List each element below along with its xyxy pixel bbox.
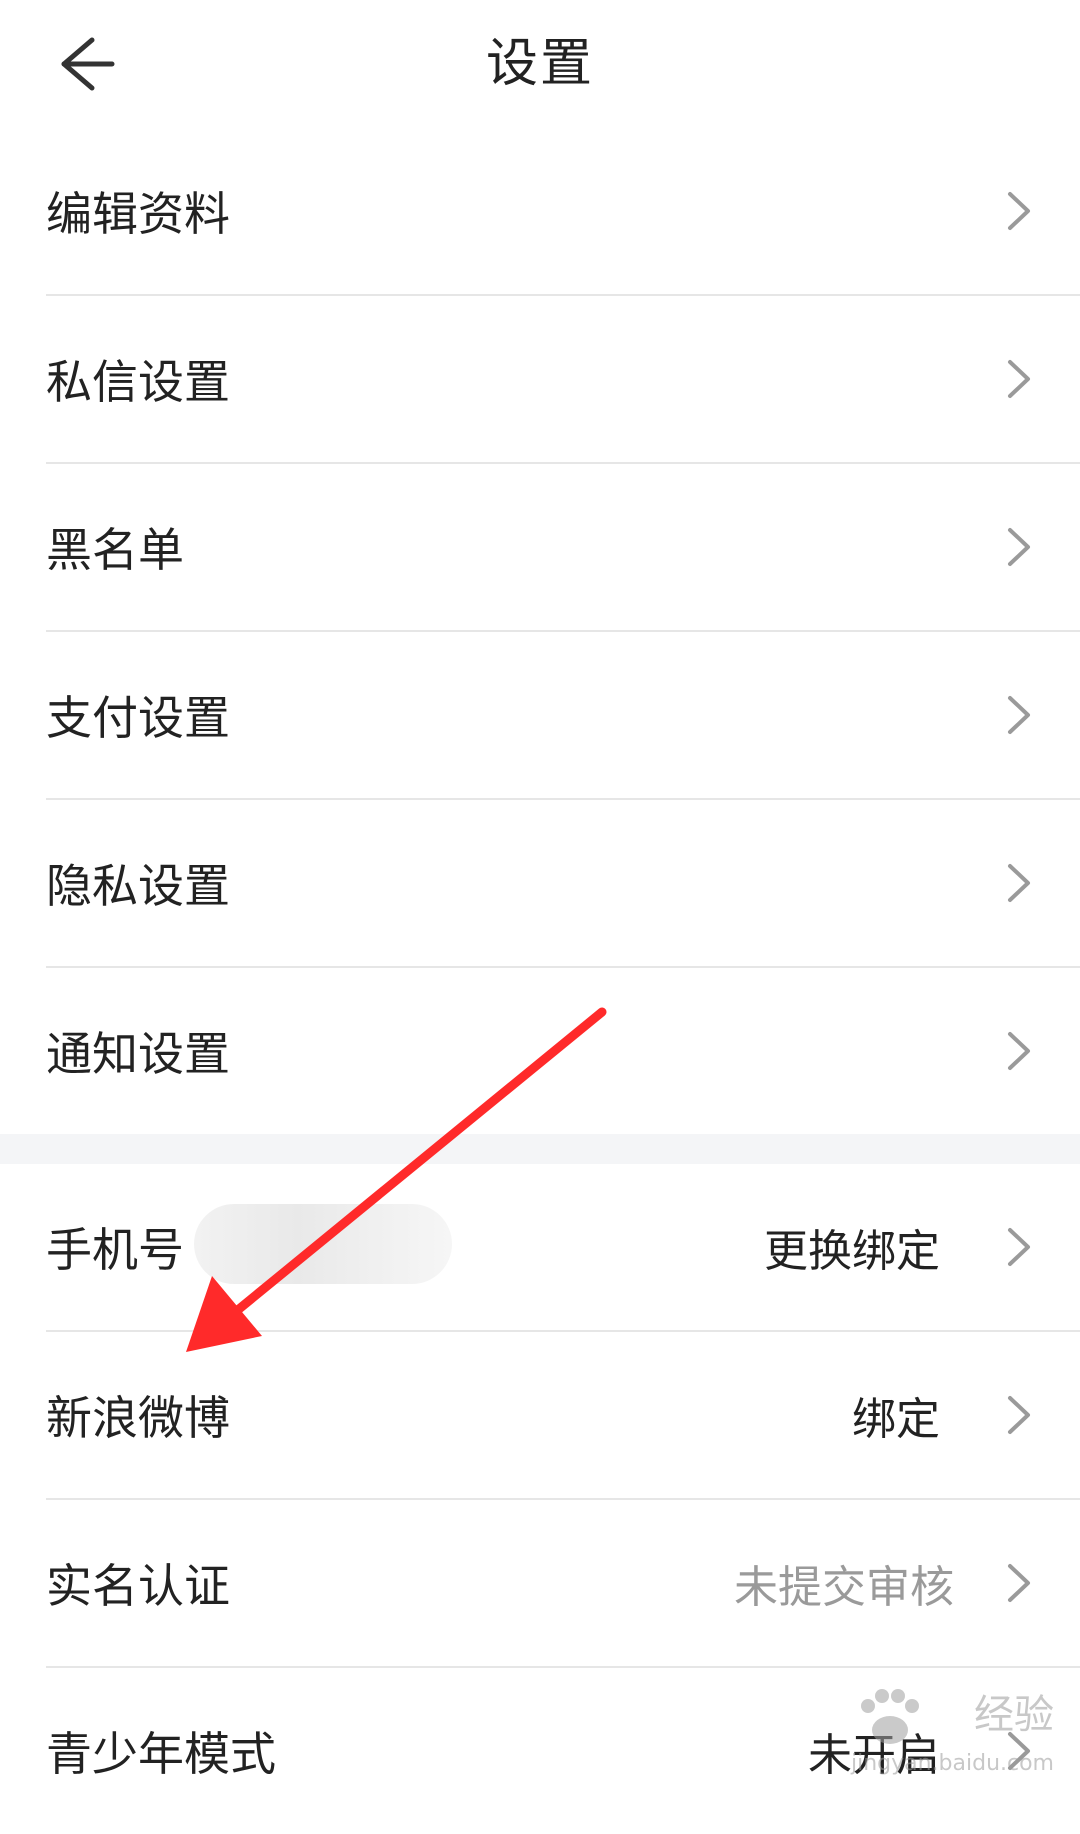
chevron-right-icon xyxy=(1004,1560,1034,1606)
row-label: 支付设置 xyxy=(46,691,230,745)
row-value: 绑定 xyxy=(852,1394,940,1445)
watermark: 经验 jingyan.baidu.com xyxy=(834,1672,1054,1782)
chevron-right-icon xyxy=(1004,1224,1034,1270)
section-gap xyxy=(0,1134,1080,1164)
chevron-right-icon xyxy=(1004,188,1034,234)
row-phone-number[interactable]: 手机号 更换绑定 xyxy=(0,1164,1080,1330)
chevron-right-icon xyxy=(1004,1028,1034,1074)
row-privacy-settings[interactable]: 隐私设置 xyxy=(0,800,1080,966)
watermark-brand: 经验 xyxy=(974,1692,1054,1738)
row-real-name-verification[interactable]: 实名认证 未提交审核 xyxy=(0,1500,1080,1666)
row-sina-weibo[interactable]: 新浪微博 绑定 xyxy=(0,1332,1080,1498)
row-label: 私信设置 xyxy=(46,355,230,409)
chevron-right-icon xyxy=(1004,860,1034,906)
row-label: 通知设置 xyxy=(46,1027,230,1081)
row-label: 编辑资料 xyxy=(46,187,230,241)
row-label: 黑名单 xyxy=(46,523,184,577)
chevron-right-icon xyxy=(1004,1392,1034,1438)
row-blacklist[interactable]: 黑名单 xyxy=(0,464,1080,630)
row-message-settings[interactable]: 私信设置 xyxy=(0,296,1080,462)
row-edit-profile[interactable]: 编辑资料 xyxy=(0,128,1080,294)
row-label: 实名认证 xyxy=(46,1559,230,1613)
row-payment-settings[interactable]: 支付设置 xyxy=(0,632,1080,798)
row-value: 更换绑定 xyxy=(764,1226,940,1277)
chevron-right-icon xyxy=(1004,692,1034,738)
page-title: 设置 xyxy=(485,34,594,94)
chevron-right-icon xyxy=(1004,524,1034,570)
row-label: 青少年模式 xyxy=(46,1727,276,1781)
row-label: 隐私设置 xyxy=(46,859,230,913)
row-label: 手机号 xyxy=(46,1223,184,1277)
row-label: 新浪微博 xyxy=(46,1391,230,1445)
watermark-url: jingyan.baidu.com xyxy=(850,1751,1054,1776)
header-bar: 设置 xyxy=(0,0,1080,140)
row-notification-settings[interactable]: 通知设置 xyxy=(0,968,1080,1134)
blurred-phone-number xyxy=(194,1204,452,1284)
paw-logo-icon xyxy=(861,1689,919,1744)
settings-list: 编辑资料 私信设置 黑名单 支付设置 隐私设置 通知设置 手机号 更换绑定 新浪… xyxy=(0,128,1080,1834)
row-value: 未提交审核 xyxy=(734,1562,954,1613)
chevron-right-icon xyxy=(1004,356,1034,402)
